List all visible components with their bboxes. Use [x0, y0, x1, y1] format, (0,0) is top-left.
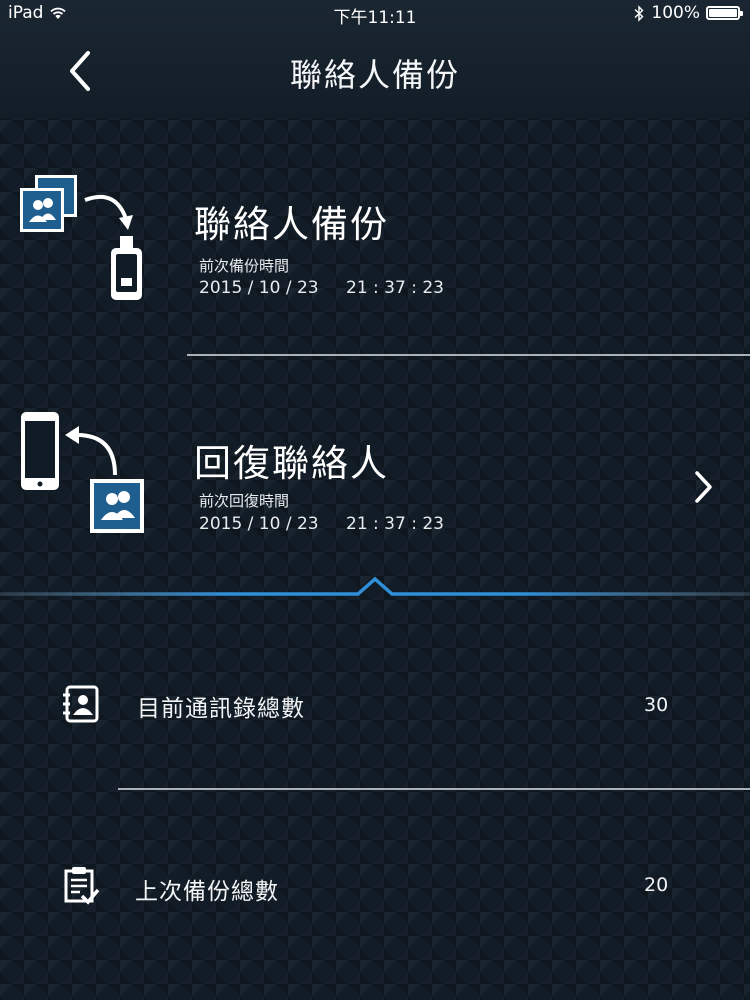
- screen: iPad 下午11:11 100% 聯絡人備份 聯絡人備份 前次備份時間 201…: [0, 0, 750, 1000]
- restore-contacts-section[interactable]: 回復聯絡人 前次回復時間 2015 / 10 / 23 21 : 37 : 23: [0, 385, 750, 575]
- current-contacts-value: 30: [644, 694, 669, 716]
- backup-date: 2015 / 10 / 23: [199, 278, 319, 298]
- backup-time-label: 前次備份時間: [199, 257, 290, 275]
- battery-icon: [706, 6, 743, 20]
- restore-time: 21 : 37 : 23: [346, 514, 444, 534]
- current-contacts-label: 目前通訊錄總數: [137, 696, 305, 722]
- last-backup-count-value: 20: [644, 874, 669, 896]
- stats-divider: [118, 788, 750, 790]
- backup-contacts-section[interactable]: 聯絡人備份 前次備份時間 2015 / 10 / 23 21 : 37 : 23: [0, 150, 750, 355]
- battery-percent: 100%: [651, 3, 700, 23]
- backup-title: 聯絡人備份: [194, 203, 389, 246]
- last-backup-count-row: 上次備份總數 20: [0, 845, 750, 925]
- section-separator: [0, 576, 750, 596]
- restore-date: 2015 / 10 / 23: [199, 514, 319, 534]
- status-bar: iPad 下午11:11 100%: [0, 0, 750, 28]
- backup-time: 21 : 37 : 23: [346, 278, 444, 298]
- restore-title: 回復聯絡人: [194, 442, 389, 485]
- restore-time-label: 前次回復時間: [199, 492, 290, 510]
- current-contacts-row: 目前通訊錄總數 30: [0, 665, 750, 745]
- navigation-header: iPad 下午11:11 100% 聯絡人備份: [0, 0, 750, 118]
- page-title: 聯絡人備份: [289, 56, 460, 94]
- restore-to-phone-icon: [21, 412, 144, 533]
- status-right: 100%: [633, 3, 743, 23]
- contacts-to-drive-icon: [20, 175, 142, 300]
- last-backup-count-label: 上次備份總數: [135, 879, 279, 905]
- backup-divider: [187, 354, 750, 356]
- chevron-right-icon: [695, 471, 712, 503]
- address-book-icon: [63, 685, 99, 723]
- clipboard-check-icon: [64, 867, 100, 905]
- bluetooth-icon: [634, 4, 644, 22]
